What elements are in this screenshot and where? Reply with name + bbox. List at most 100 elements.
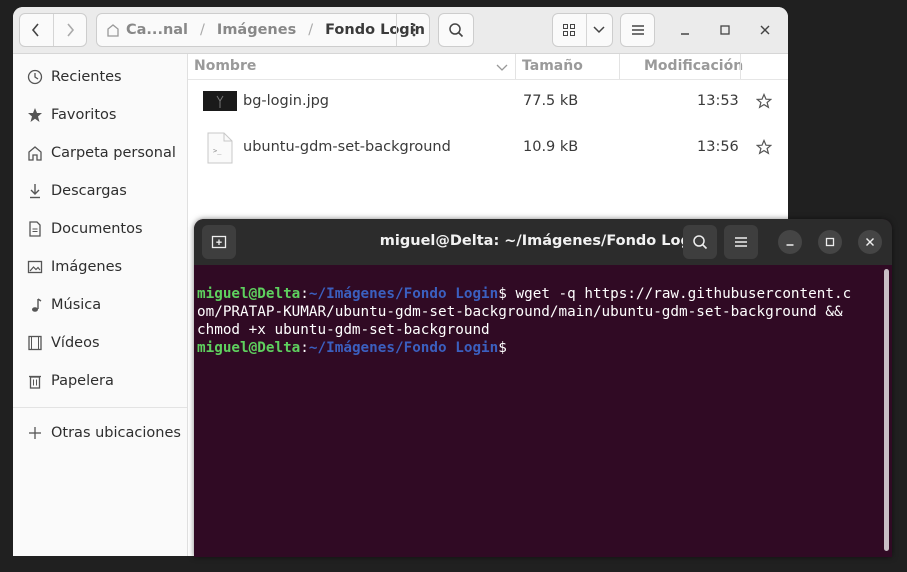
file-name: ubuntu-gdm-set-background	[243, 139, 451, 155]
sidebar-item-label: Documentos	[51, 221, 143, 237]
path-separator: /	[200, 22, 205, 38]
close-button[interactable]	[748, 13, 782, 47]
minimize-icon	[681, 33, 689, 35]
terminal-menu-button[interactable]	[724, 225, 758, 259]
file-modified: 13:53	[697, 93, 739, 109]
column-name[interactable]: Nombre	[194, 58, 256, 74]
sort-chevron-icon[interactable]	[496, 60, 508, 76]
sidebar-item-label: Carpeta personal	[51, 145, 176, 161]
sidebar-item-recientes[interactable]: Recientes	[13, 58, 187, 96]
prompt-user: miguel@Delta	[197, 286, 301, 302]
image-icon	[27, 259, 43, 275]
prompt-colon: :	[300, 340, 309, 356]
column-modified[interactable]: Modificación	[644, 58, 743, 74]
terminal-close-button[interactable]	[858, 230, 882, 254]
home-icon	[27, 145, 43, 161]
search-icon	[693, 235, 708, 250]
terminal-window: miguel@Delta: ~/Imágenes/Fondo Login mig…	[194, 219, 892, 557]
prompt-colon: :	[300, 286, 309, 302]
prompt-path: ~/Imágenes/Fondo Login	[308, 340, 499, 356]
files-headerbar: Ca...nal / Imágenes / Fondo Login	[13, 7, 788, 54]
path-home[interactable]: Ca...nal	[126, 22, 188, 38]
terminal-search-button[interactable]	[683, 225, 717, 259]
path-bar: Ca...nal / Imágenes / Fondo Login	[96, 13, 430, 47]
command-text	[507, 340, 516, 356]
sidebar-item-label: Otras ubicaciones	[51, 425, 181, 441]
path-parent[interactable]: Imágenes	[217, 22, 296, 38]
sidebar-item-label: Vídeos	[51, 335, 100, 351]
star-icon[interactable]	[755, 138, 773, 159]
close-icon	[866, 238, 874, 246]
hamburger-icon	[735, 237, 747, 247]
maximize-icon	[720, 25, 730, 35]
maximize-button[interactable]	[708, 13, 742, 47]
star-icon[interactable]	[755, 92, 773, 113]
search-button[interactable]	[438, 13, 474, 47]
sidebar-item-label: Imágenes	[51, 259, 123, 275]
sidebar-item-musica[interactable]: Música	[13, 286, 187, 324]
file-name: bg-login.jpg	[243, 93, 330, 109]
hamburger-icon	[631, 25, 644, 35]
plus-icon	[27, 425, 43, 441]
back-button[interactable]	[20, 14, 54, 46]
file-modified: 13:56	[697, 139, 739, 155]
prompt-user: miguel@Delta	[197, 340, 301, 356]
terminal-maximize-button[interactable]	[818, 230, 842, 254]
column-size[interactable]: Tamaño	[522, 58, 583, 74]
clock-icon	[27, 69, 43, 85]
view-options-button[interactable]	[587, 14, 612, 46]
terminal-output[interactable]: miguel@Delta:~/Imágenes/Fondo Login$ wge…	[197, 267, 877, 393]
file-row[interactable]: bg-login.jpg 77.5 kB 13:53	[188, 79, 788, 125]
svg-text:>_: >_	[213, 147, 222, 155]
script-file-icon: >_	[207, 132, 233, 168]
path-menu-button[interactable]	[397, 14, 430, 46]
sidebar: Recientes Favoritos Carpeta personal Des…	[13, 54, 188, 556]
file-size: 10.9 kB	[523, 139, 579, 155]
sidebar-item-otras-ubicaciones[interactable]: Otras ubicaciones	[13, 414, 187, 452]
main-menu-button[interactable]	[620, 13, 655, 47]
path-separator: /	[308, 22, 314, 38]
nav-buttons	[19, 13, 87, 47]
search-icon	[449, 23, 464, 38]
home-icon	[106, 23, 120, 37]
column-header: Nombre Tamaño Modificación	[188, 54, 788, 80]
document-icon	[27, 221, 43, 237]
terminal-line: miguel@Delta:~/Imágenes/Fondo Login$ wge…	[197, 285, 877, 303]
chevron-left-icon	[32, 23, 39, 37]
sidebar-item-videos[interactable]: Vídeos	[13, 324, 187, 362]
file-row[interactable]: >_ ubuntu-gdm-set-background 10.9 kB 13:…	[188, 125, 788, 171]
prompt-path: ~/Imágenes/Fondo Login	[308, 286, 499, 302]
sidebar-item-label: Papelera	[51, 373, 114, 389]
sidebar-item-favoritos[interactable]: Favoritos	[13, 96, 187, 134]
terminal-minimize-button[interactable]	[778, 230, 802, 254]
command-text: wget -q https://raw.githubusercontent.c	[506, 286, 852, 302]
sidebar-item-papelera[interactable]: Papelera	[13, 362, 187, 400]
sidebar-item-documentos[interactable]: Documentos	[13, 210, 187, 248]
sidebar-item-imagenes[interactable]: Imágenes	[13, 248, 187, 286]
sidebar-item-label: Favoritos	[51, 107, 117, 123]
terminal-scrollbar[interactable]	[884, 269, 889, 551]
sidebar-item-descargas[interactable]: Descargas	[13, 172, 187, 210]
grid-view-button[interactable]	[553, 14, 587, 46]
chevron-right-icon	[67, 23, 74, 37]
forward-button[interactable]	[54, 14, 87, 46]
sidebar-item-label: Recientes	[51, 69, 122, 85]
sidebar-item-label: Música	[51, 297, 102, 313]
sidebar-item-carpeta-personal[interactable]: Carpeta personal	[13, 134, 187, 172]
minimize-button[interactable]	[668, 13, 702, 47]
close-icon	[760, 25, 770, 35]
minimize-icon	[786, 244, 794, 246]
sidebar-item-label: Descargas	[51, 183, 127, 199]
view-toggle-group	[552, 13, 613, 47]
terminal-headerbar: miguel@Delta: ~/Imágenes/Fondo Login	[194, 219, 892, 265]
video-icon	[27, 335, 43, 351]
terminal-line: miguel@Delta:~/Imágenes/Fondo Login$	[197, 339, 877, 357]
image-thumbnail-icon	[203, 91, 237, 115]
star-icon	[27, 107, 43, 123]
prompt-symbol: $	[498, 286, 507, 302]
file-size: 77.5 kB	[523, 93, 579, 109]
trash-icon	[27, 373, 43, 389]
kebab-menu-icon	[412, 23, 415, 37]
grid-icon	[563, 24, 576, 36]
chevron-down-icon	[593, 26, 605, 34]
